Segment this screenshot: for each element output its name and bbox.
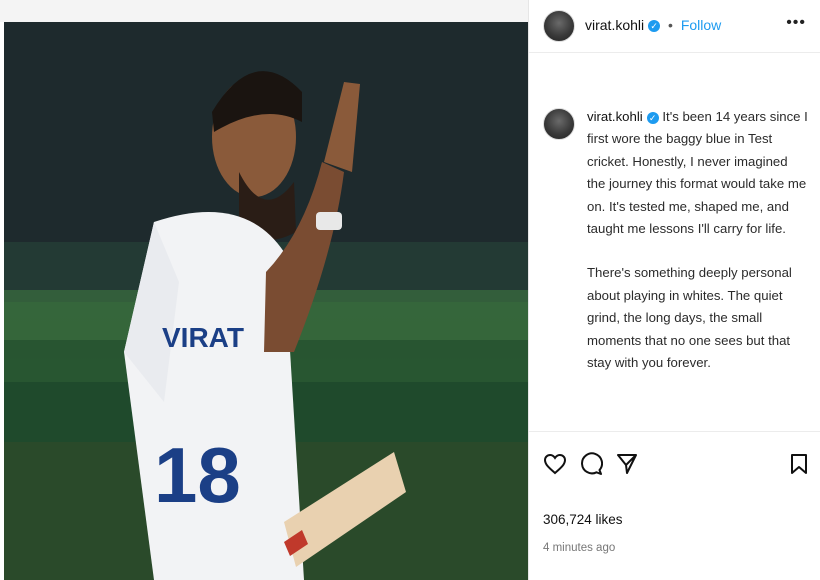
- verified-badge-icon: ✓: [648, 20, 661, 33]
- caption-username[interactable]: virat.kohli: [587, 109, 643, 124]
- save-button[interactable]: [785, 450, 813, 478]
- caption-avatar[interactable]: [543, 108, 575, 140]
- send-icon: [617, 454, 637, 474]
- jersey-number: 18: [154, 431, 241, 519]
- bookmark-icon: [791, 454, 807, 474]
- post-header: virat.kohli ✓ • Follow •••: [529, 0, 820, 53]
- top-strip: [0, 0, 528, 22]
- post-timestamp[interactable]: 4 minutes ago: [543, 542, 615, 554]
- post-panel: virat.kohli ✓ • Follow ••• virat.kohli ✓ I…: [529, 0, 820, 580]
- like-button[interactable]: [541, 450, 569, 478]
- caption-paragraph-1: It's been 14 years since I first wore th…: [587, 109, 808, 237]
- post-image[interactable]: VIRAT 18: [4, 22, 528, 580]
- post-caption: virat.kohli ✓ It's been 14 years since I …: [587, 106, 809, 396]
- more-options-icon[interactable]: •••: [786, 14, 806, 32]
- comment-icon: [581, 452, 603, 475]
- heart-icon: [543, 453, 567, 475]
- follow-button[interactable]: Follow: [681, 17, 721, 33]
- actions-divider: [529, 431, 820, 432]
- post-actions: [529, 450, 820, 484]
- avatar[interactable]: [543, 10, 575, 42]
- jersey-name: VIRAT: [162, 322, 244, 353]
- verified-badge-icon: ✓: [646, 111, 659, 124]
- share-button[interactable]: [613, 450, 641, 478]
- header-username[interactable]: virat.kohli ✓ • Follow: [585, 17, 721, 33]
- comment-button[interactable]: [577, 450, 605, 478]
- likes-count[interactable]: 306,724 likes: [543, 512, 623, 527]
- caption-paragraph-2: There's something deeply personal about …: [587, 265, 792, 371]
- post-photo-illustration: VIRAT 18: [4, 22, 528, 580]
- dot-separator: •: [668, 17, 673, 33]
